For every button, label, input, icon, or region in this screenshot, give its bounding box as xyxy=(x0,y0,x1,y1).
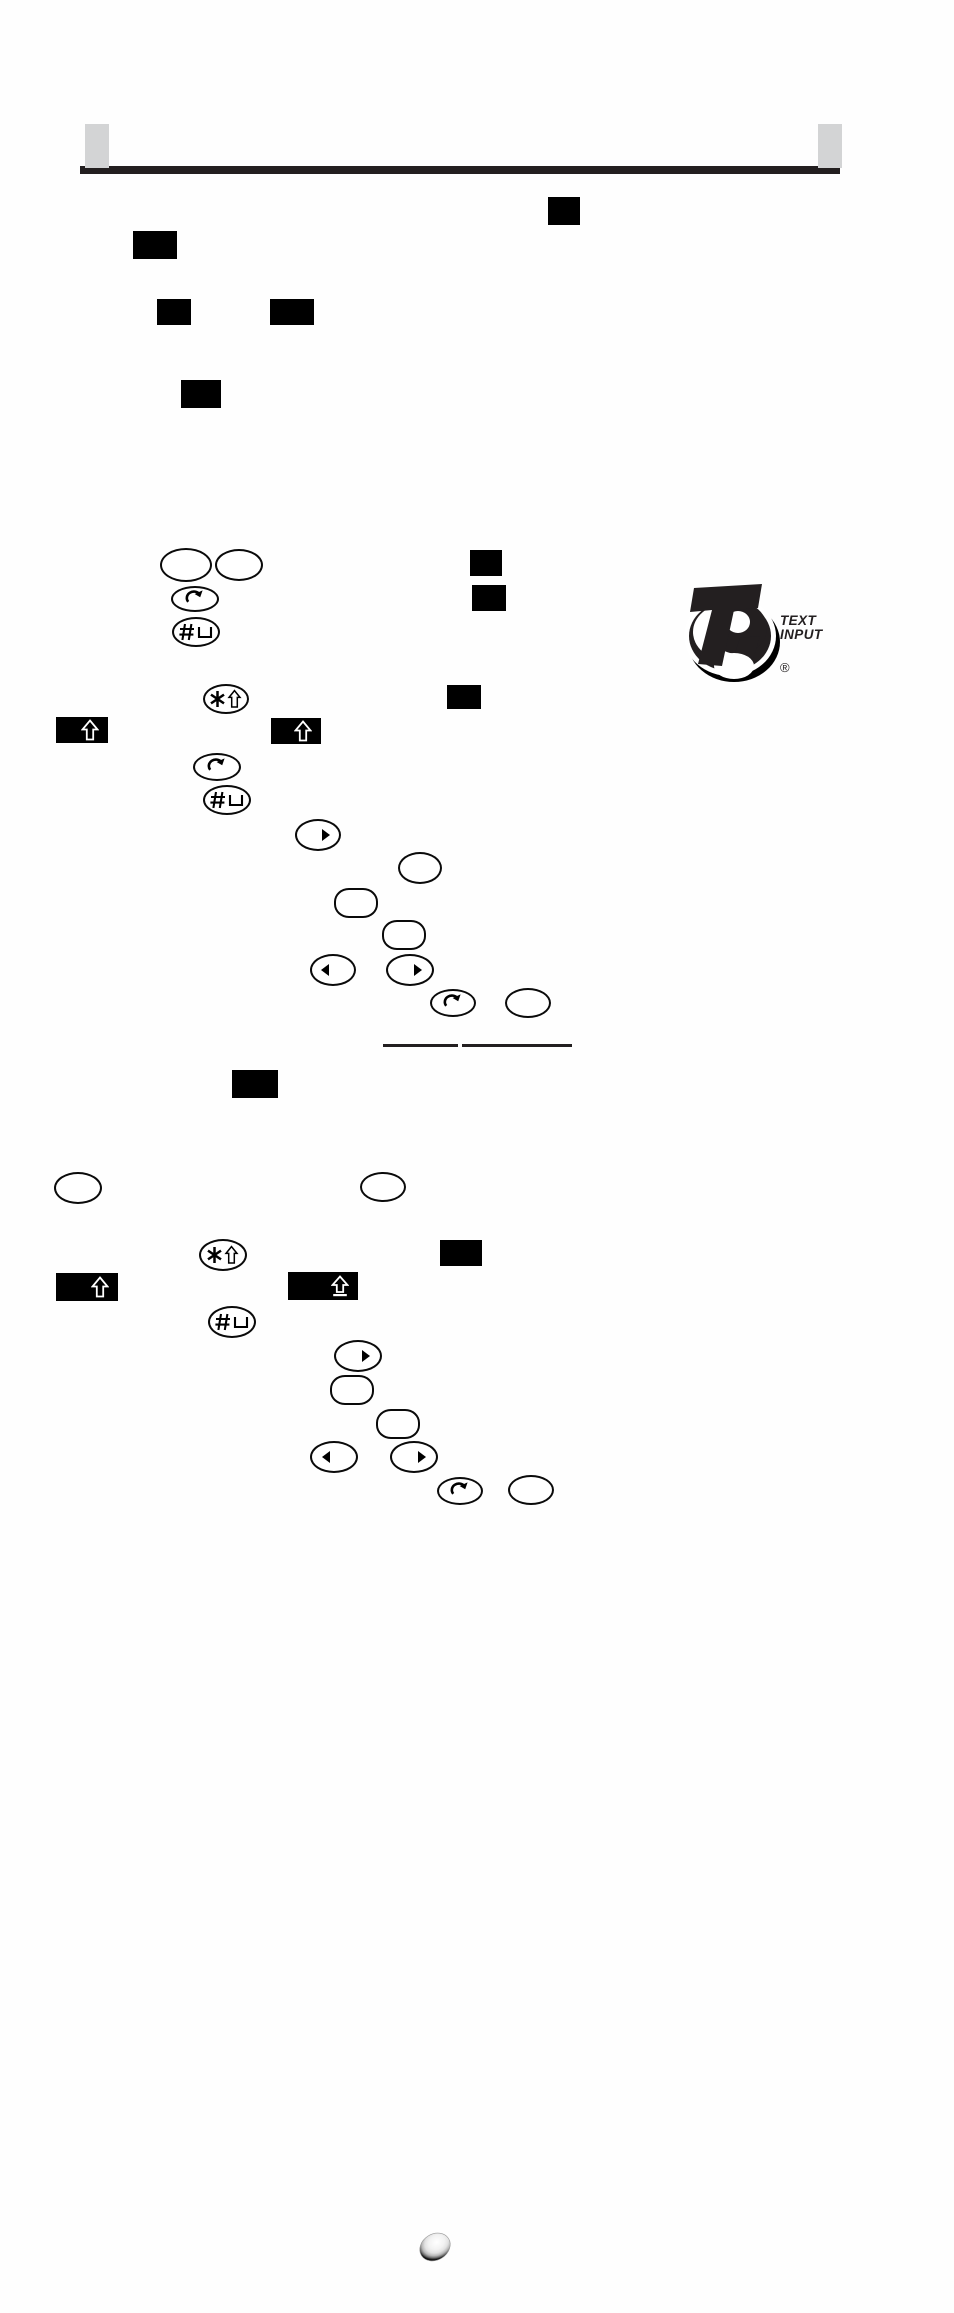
shift-arrow-up-lock-icon xyxy=(331,1275,349,1297)
key-clear-2 xyxy=(193,753,241,781)
redaction-block-6 xyxy=(470,550,502,576)
t9-wordmark: TEXT INPUT xyxy=(780,613,823,642)
section-divider-a xyxy=(383,1044,458,1047)
arrow-right-icon xyxy=(414,964,422,976)
shift-key-box-1 xyxy=(56,717,108,743)
key-next-3 xyxy=(334,1340,382,1372)
shift-arrow-up-icon xyxy=(81,719,99,741)
shift-key-box-3 xyxy=(56,1273,118,1301)
header-tab-right xyxy=(818,124,842,168)
key-blank-11 xyxy=(508,1475,554,1505)
sphere-icon xyxy=(415,2230,455,2264)
shift-arrow-up-icon xyxy=(91,1276,109,1298)
t9-text-input-logo: TEXT INPUT ® xyxy=(676,578,840,686)
clear-arrow-icon xyxy=(207,758,225,771)
arrow-left-icon xyxy=(322,1451,330,1463)
star-shift-icon xyxy=(207,1245,239,1264)
arrow-left-icon xyxy=(321,964,329,976)
key-hash-space-2 xyxy=(203,785,251,815)
hash-space-icon xyxy=(210,791,244,809)
redaction-block-5 xyxy=(181,380,221,408)
key-blank-3 xyxy=(398,852,442,884)
key-next-1 xyxy=(295,819,341,851)
document-page: TEXT INPUT ® xyxy=(0,0,954,2313)
key-prev-1 xyxy=(310,954,356,986)
key-blank-8 xyxy=(360,1172,406,1202)
section-divider-b xyxy=(462,1044,572,1047)
redaction-block-8 xyxy=(447,685,481,709)
key-blank-7 xyxy=(54,1172,102,1204)
t9-mark-icon xyxy=(684,584,780,682)
star-shift-icon xyxy=(210,689,242,708)
key-clear-3 xyxy=(430,989,476,1017)
key-star-shift-1 xyxy=(203,684,249,714)
key-blank-10 xyxy=(376,1409,420,1439)
redaction-block-9 xyxy=(232,1070,278,1098)
shift-key-box-4 xyxy=(288,1272,358,1300)
clear-arrow-icon xyxy=(185,590,203,603)
key-next-4 xyxy=(390,1441,438,1473)
key-next-2 xyxy=(386,954,434,986)
arrow-right-icon xyxy=(362,1350,370,1362)
t9-trademark: ® xyxy=(780,660,790,675)
key-clear-4 xyxy=(437,1477,483,1505)
redaction-block-1 xyxy=(548,197,580,225)
clear-arrow-icon xyxy=(443,994,461,1007)
redaction-block-3 xyxy=(157,299,191,325)
key-blank-2 xyxy=(215,549,263,581)
key-prev-2 xyxy=(310,1441,358,1473)
shift-arrow-up-icon xyxy=(294,720,312,742)
header-rule xyxy=(80,166,840,174)
header-tab-left xyxy=(85,124,109,168)
arrow-right-icon xyxy=(322,829,330,841)
arrow-right-icon xyxy=(418,1451,426,1463)
clear-arrow-icon xyxy=(450,1482,468,1495)
shift-key-box-2 xyxy=(271,718,321,744)
redaction-block-4 xyxy=(270,299,314,325)
key-hash-space-3 xyxy=(208,1306,256,1338)
key-blank-1 xyxy=(160,548,212,582)
redaction-block-7 xyxy=(472,585,506,611)
key-blank-6 xyxy=(505,988,551,1018)
key-hash-space-1 xyxy=(172,617,220,647)
redaction-block-10 xyxy=(440,1240,482,1266)
key-blank-4 xyxy=(334,888,378,918)
hash-space-icon xyxy=(179,623,213,641)
key-star-shift-2 xyxy=(199,1239,247,1271)
hash-space-icon xyxy=(215,1313,249,1331)
key-blank-5 xyxy=(382,920,426,950)
redaction-block-2 xyxy=(133,231,177,259)
key-blank-9 xyxy=(330,1375,374,1405)
key-clear-1 xyxy=(171,586,219,612)
